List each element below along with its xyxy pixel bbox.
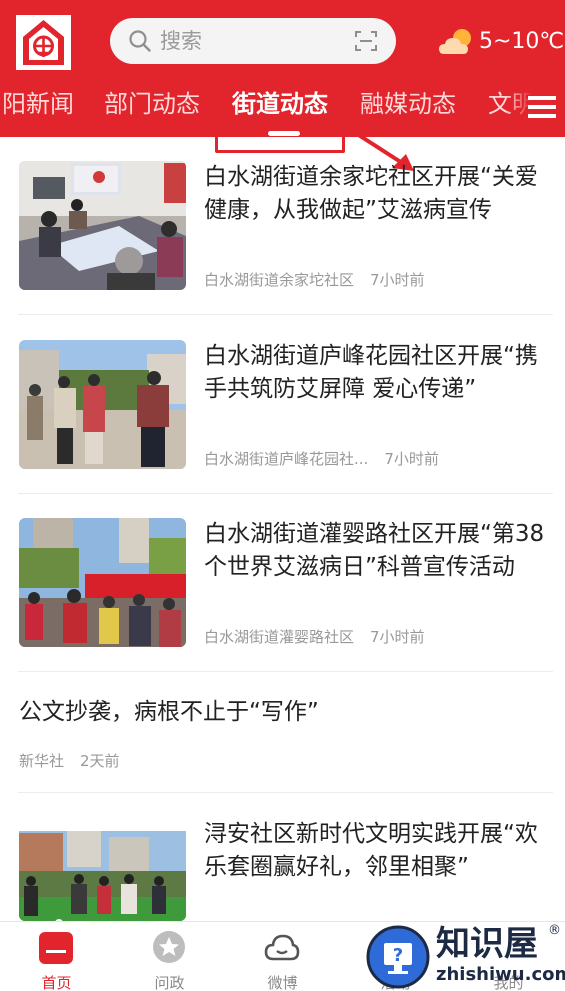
watermark-title: 知识屋 <box>436 924 538 964</box>
news-thumbnail <box>19 340 186 469</box>
app-logo[interactable] <box>16 15 71 70</box>
meeting-photo <box>19 161 186 290</box>
ring-toss-photo <box>19 831 186 921</box>
news-title: 公文抄袭，病根不止于“写作” <box>19 699 319 725</box>
nav-home[interactable]: 首页 <box>0 922 113 991</box>
star-chat-icon <box>153 931 185 963</box>
news-item[interactable]: 白水湖街道余家坨社区开展“关爱健康，从我做起”艾滋病宣传 白水湖街道余家坨社区 7… <box>18 161 553 315</box>
news-item[interactable]: 浔安社区新时代文明实践开展“欢乐套圈赢好礼，邻里相聚” <box>18 818 553 928</box>
news-item[interactable]: 白水湖街道庐峰花园社区开展“携手共筑防艾屏障 爱心传递” 白水湖街道庐峰花园社.… <box>18 340 553 494</box>
scan-icon[interactable] <box>354 29 378 53</box>
news-meta: 白水湖街道余家坨社区 7小时前 <box>204 269 425 290</box>
tab-media-news[interactable]: 融媒动态 <box>360 88 456 120</box>
home-icon <box>39 932 73 964</box>
watermark-subtitle: zhishiwu.com <box>436 964 565 985</box>
news-meta: 白水湖街道灌婴路社区 7小时前 <box>204 626 425 647</box>
news-title: 浔安社区新时代文明实践开展“欢乐套圈赢好礼，邻里相聚” <box>204 821 538 880</box>
weather-widget[interactable]: 5~10℃ <box>438 24 565 60</box>
nav-label: 微博 <box>267 974 298 991</box>
news-title: 白水湖街道庐峰花园社区开展“携手共筑防艾屏障 爱心传递” <box>204 343 538 402</box>
watermark-logo: ? 知识屋 zhishiwu.com ® <box>366 921 565 991</box>
tab-department-news[interactable]: 部门动态 <box>104 88 200 120</box>
news-thumbnail <box>19 518 186 647</box>
tab-yang-news[interactable]: 阳新闻 <box>2 88 74 120</box>
outdoor-crowd-photo <box>19 340 186 469</box>
news-item[interactable]: 公文抄袭，病根不止于“写作” 新华社 2天前 <box>18 696 553 793</box>
search-placeholder: 搜索 <box>160 29 202 53</box>
cloudy-sun-icon <box>439 29 471 54</box>
news-meta: 白水湖街道庐峰花园社... 7小时前 <box>204 448 439 469</box>
weather-temperature: 5~10℃ <box>479 29 565 54</box>
nav-inquiry[interactable]: 问政 <box>113 922 226 991</box>
news-time: 7小时前 <box>384 450 439 468</box>
nav-weibo[interactable]: 微博 <box>226 922 339 991</box>
help-badge-icon: ? <box>366 925 430 989</box>
news-source: 白水湖街道灌婴路社区 <box>204 628 355 646</box>
news-title: 白水湖街道灌婴路社区开展“第38个世界艾滋病日”科普宣传活动 <box>204 521 545 580</box>
news-thumbnail <box>19 818 186 921</box>
watermark-reg-mark: ® <box>548 923 561 938</box>
nav-label: 问政 <box>154 974 185 991</box>
search-icon <box>129 30 151 52</box>
news-time: 2天前 <box>80 752 120 770</box>
nav-label: 首页 <box>41 974 72 991</box>
news-time: 7小时前 <box>370 271 425 289</box>
news-meta: 新华社 2天前 <box>19 750 120 771</box>
annotation-highlight-box <box>215 81 345 153</box>
booth-event-photo <box>19 518 186 647</box>
svg-text:?: ? <box>393 945 403 966</box>
top-bar: 搜索 5~10℃ <box>0 0 565 80</box>
cloud-icon <box>264 934 300 961</box>
news-source: 白水湖街道余家坨社区 <box>204 271 355 289</box>
menu-icon[interactable] <box>528 94 556 120</box>
news-time: 7小时前 <box>370 628 425 646</box>
news-title: 白水湖街道余家坨社区开展“关爱健康，从我做起”艾滋病宣传 <box>204 164 538 223</box>
search-bar[interactable]: 搜索 <box>110 18 396 64</box>
news-thumbnail <box>19 161 186 290</box>
logo-icon <box>16 15 71 70</box>
news-item[interactable]: 白水湖街道灌婴路社区开展“第38个世界艾滋病日”科普宣传活动 白水湖街道灌婴路社… <box>18 518 553 672</box>
news-source: 白水湖街道庐峰花园社... <box>204 450 369 468</box>
news-source: 新华社 <box>19 752 65 770</box>
